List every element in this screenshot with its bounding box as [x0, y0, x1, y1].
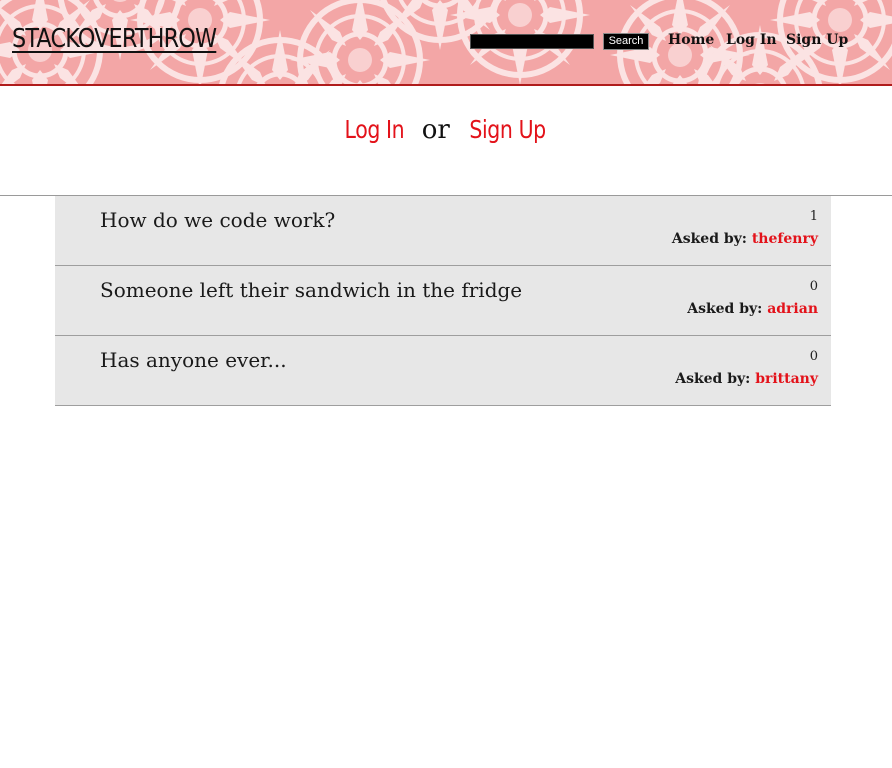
login-link[interactable]: Log In: [345, 115, 405, 144]
asker-username[interactable]: adrian: [767, 301, 818, 317]
nav-signup-link[interactable]: Sign Up: [786, 32, 848, 48]
signup-link[interactable]: Sign Up: [469, 115, 546, 144]
question-list: How do we code work? 1 Asked by: thefenr…: [55, 196, 831, 406]
question-row[interactable]: Someone left their sandwich in the fridg…: [55, 266, 831, 336]
asker-username[interactable]: thefenry: [752, 231, 818, 247]
header-banner: STACKOVERTHROW Search Home Log In Sign U…: [0, 0, 892, 86]
asked-by-label: Asked by:: [687, 301, 763, 317]
asked-by: Asked by: adrian: [687, 301, 818, 317]
answer-count: 0: [809, 349, 818, 364]
question-row[interactable]: How do we code work? 1 Asked by: thefenr…: [55, 196, 831, 266]
question-title[interactable]: Someone left their sandwich in the fridg…: [100, 278, 522, 302]
nav-login-link[interactable]: Log In: [726, 32, 777, 48]
asked-by: Asked by: thefenry: [672, 231, 818, 247]
search-button[interactable]: Search: [603, 33, 649, 50]
site-logo[interactable]: STACKOVERTHROW: [12, 24, 217, 54]
asked-by-label: Asked by:: [675, 371, 751, 387]
question-title[interactable]: How do we code work?: [100, 208, 335, 232]
auth-prompt: Log In or Sign Up: [0, 112, 892, 145]
question-row[interactable]: Has anyone ever... 0 Asked by: brittany: [55, 336, 831, 406]
nav-home-link[interactable]: Home: [668, 32, 714, 48]
answer-count: 1: [809, 209, 818, 224]
search-input[interactable]: [470, 34, 594, 49]
or-text: or: [421, 115, 450, 145]
asked-by: Asked by: brittany: [675, 371, 818, 387]
question-title[interactable]: Has anyone ever...: [100, 348, 287, 372]
answer-count: 0: [809, 279, 818, 294]
asked-by-label: Asked by:: [671, 231, 747, 247]
asker-username[interactable]: brittany: [755, 371, 818, 387]
